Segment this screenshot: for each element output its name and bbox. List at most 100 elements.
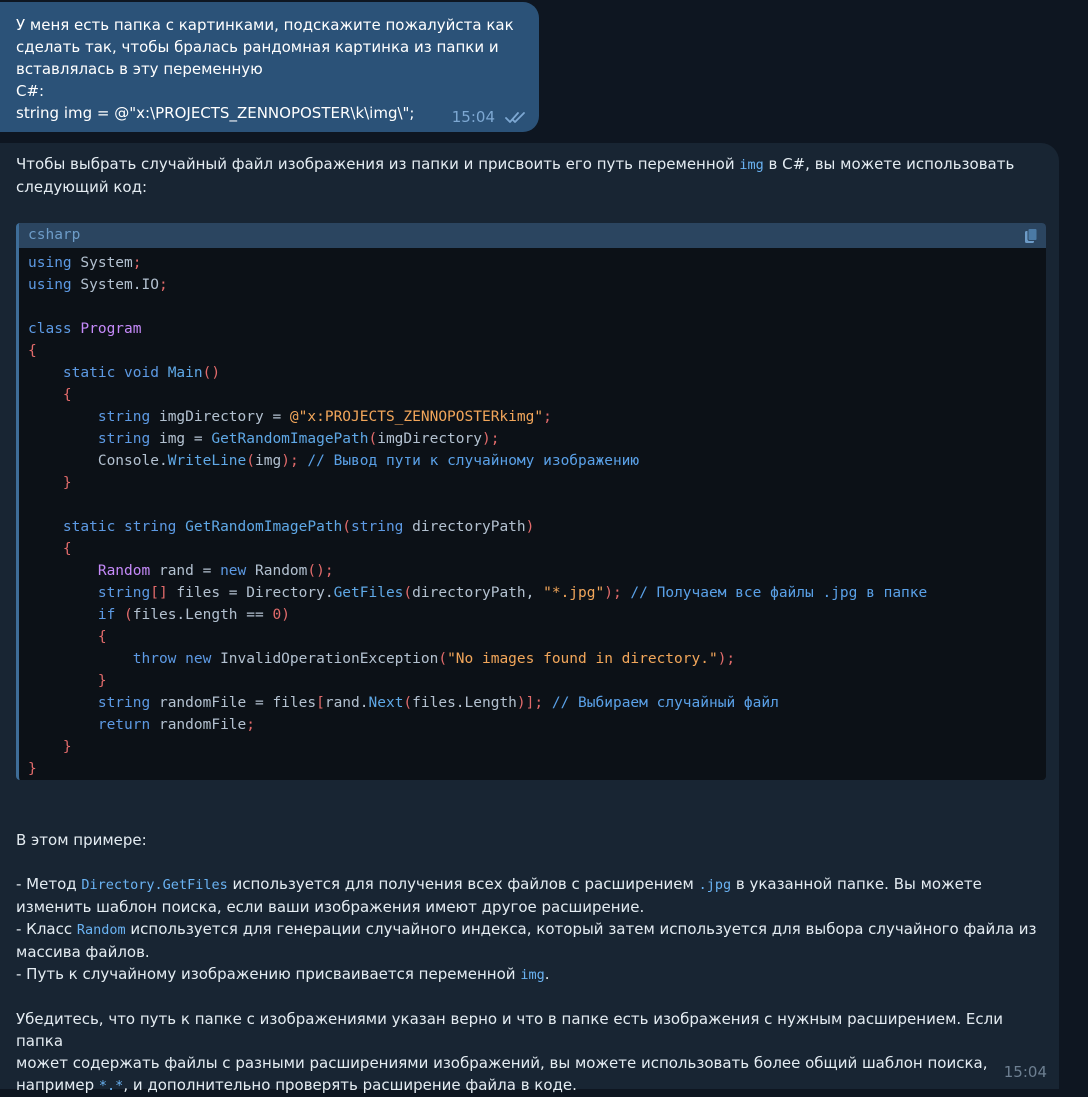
code-token: ; — [543, 409, 552, 425]
final-paragraph: Убедитесь, что путь к папке с изображени… — [16, 1010, 1003, 1050]
code-token: rand. — [324, 695, 369, 711]
message-line: C#: — [16, 82, 45, 100]
code-token: directoryPath — [403, 519, 526, 535]
code-token: ; — [490, 431, 500, 447]
intro-paragraph: Чтобы выбрать случайный файл изображения… — [16, 153, 1043, 176]
bullet-text: используется для получения всех файлов с… — [227, 875, 699, 893]
code-token: } — [97, 673, 107, 689]
code-token: { — [62, 541, 72, 557]
final-paragraph: может содержать файлы с разными расширен… — [16, 1054, 988, 1072]
incoming-message[interactable]: Чтобы выбрать случайный файл изображения… — [0, 143, 1059, 1094]
inline-code[interactable]: Directory.GetFiles — [81, 877, 227, 893]
code-token: ( — [124, 607, 133, 623]
code-token: string — [97, 431, 151, 447]
code-token: ) — [525, 519, 535, 535]
code-token: ( — [342, 519, 352, 535]
code-token: System — [71, 255, 133, 271]
code-token: } — [62, 475, 72, 491]
bullet-text: - Класс — [16, 920, 77, 938]
code-line: { — [28, 384, 1046, 406]
intro-text: Чтобы выбрать случайный файл изображения… — [16, 155, 740, 173]
message-time: 15:04 — [451, 108, 495, 126]
copy-icon[interactable] — [1024, 228, 1038, 244]
code-line: using System; — [28, 252, 1046, 274]
code-token: ; — [132, 255, 142, 271]
inline-code[interactable]: *.* — [99, 1078, 123, 1094]
code-token: GetRandomImagePath — [211, 431, 369, 447]
message-line: сделать так, чтобы бралась рандомная кар… — [16, 38, 499, 56]
code-token: GetFiles — [333, 585, 404, 601]
inline-code[interactable]: Random — [77, 922, 126, 938]
code-token: { — [62, 387, 72, 403]
code-line: Random rand = new Random(); — [28, 560, 1046, 582]
inline-code[interactable]: .jpg — [699, 877, 732, 893]
code-token: files.Length — [412, 695, 517, 711]
intro-text: в C#, вы можете использовать — [763, 155, 1015, 173]
code-token: static string — [62, 519, 177, 535]
code-token: InvalidOperationException — [211, 651, 439, 667]
code-token: ; — [158, 277, 168, 293]
code-token: [] — [150, 585, 168, 601]
code-token: // Вывод пути к случайному изображению — [307, 453, 640, 469]
code-token: )] — [516, 695, 535, 711]
code-token: Program — [80, 321, 142, 337]
bullet-text: в указанной папке. Вы можете — [731, 875, 982, 893]
code-line: Console.WriteLine(img); // Вывод пути к … — [28, 450, 1046, 472]
code-token: img = — [150, 431, 212, 447]
bullet-item: - Метод Directory.GetFiles используется … — [16, 873, 1046, 896]
code-line: } — [28, 736, 1046, 758]
code-token: class — [28, 321, 72, 337]
bullet-text: - Путь к случайному изображению присваив… — [16, 965, 521, 983]
bullet-item: изменить шаблон поиска, если ваши изобра… — [16, 898, 645, 916]
message-line: вставлялась в эту переменную — [16, 60, 263, 78]
code-token: imgDirectory — [377, 431, 482, 447]
bullet-text: используется для генерации случайного ин… — [125, 920, 1037, 938]
code-token: rand = — [150, 563, 221, 579]
code-line: throw new InvalidOperationException("No … — [28, 648, 1046, 670]
final-text: например — [16, 1076, 99, 1094]
code-block[interactable]: csharp using System; using System.IO; clas… — [16, 223, 1046, 780]
code-token: "*.jpg" — [543, 585, 605, 601]
code-token: Random — [246, 563, 308, 579]
code-content[interactable]: using System; using System.IO; class Progr… — [19, 248, 1046, 780]
bullet-item: - Путь к случайному изображению присваив… — [16, 963, 1046, 986]
code-language-label: csharp — [28, 227, 81, 243]
explanation: В этом примере: - Метод Directory.GetFil… — [16, 829, 1046, 1097]
outgoing-message-text: У меня есть папка с картинками, подскажи… — [16, 14, 523, 124]
code-token: files = Directory. — [167, 585, 334, 601]
code-token: ; — [726, 651, 736, 667]
code-line: string imgDirectory = @"x:PROJECTS_ZENNO… — [28, 406, 1046, 428]
code-token: @"x:PROJECTS_ZENNOPOSTERkimg" — [289, 409, 544, 425]
code-token: ) — [481, 431, 491, 447]
code-token: ) — [604, 585, 613, 601]
message-line: У меня есть папка с картинками, подскажи… — [16, 16, 514, 34]
code-token: { — [97, 629, 107, 645]
outgoing-message[interactable]: У меня есть папка с картинками, подскажи… — [0, 2, 539, 132]
message-time: 15:04 — [1003, 1063, 1047, 1081]
code-token: 0) — [272, 607, 290, 623]
final-text: , и дополнительно проверять расширение ф… — [123, 1076, 577, 1094]
code-line: } — [28, 472, 1046, 494]
code-line: { — [28, 340, 1046, 362]
explanation-title: В этом примере: — [16, 831, 147, 849]
code-line: return randomFile; — [28, 714, 1046, 736]
code-line: string randomFile = files[rand.Next(file… — [28, 692, 1046, 714]
code-token: ( — [246, 453, 255, 469]
code-line: if (files.Length == 0) — [28, 604, 1046, 626]
inline-code[interactable]: img — [520, 967, 544, 983]
code-token: ( — [368, 431, 378, 447]
inline-code[interactable]: img — [739, 157, 763, 173]
code-token: "No images found in directory." — [447, 651, 718, 667]
